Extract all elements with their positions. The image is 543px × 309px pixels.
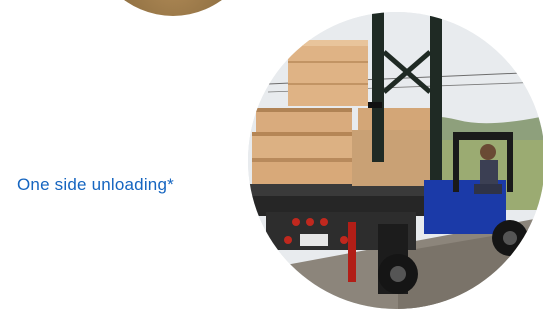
unloading-scene — [248, 12, 543, 309]
unloading-photo — [248, 12, 543, 309]
unloading-caption: One side unloading* — [17, 175, 174, 194]
top-circular-photo — [88, 0, 258, 16]
